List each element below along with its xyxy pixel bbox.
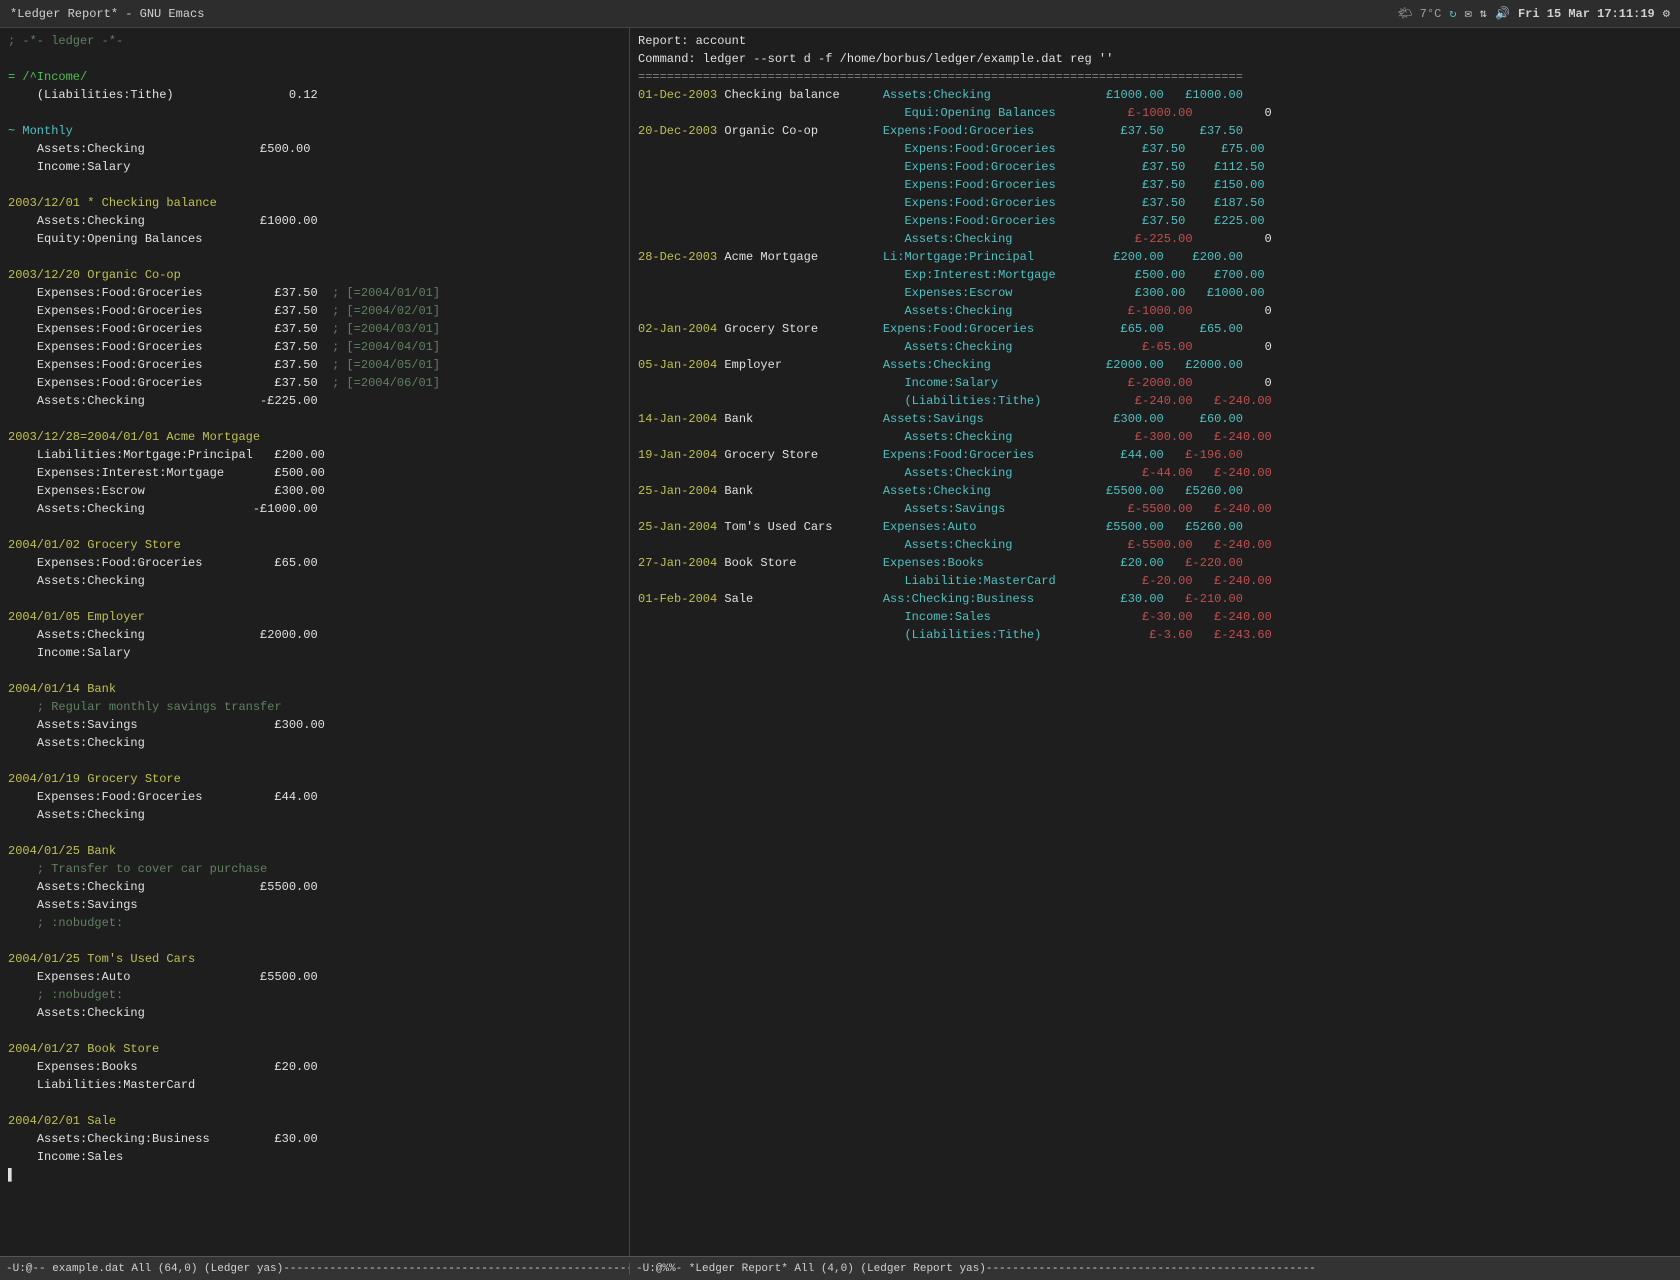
status-right: -U:@%%- *Ledger Report* All (4,0) (Ledge…: [630, 1263, 1680, 1275]
titlebar: *Ledger Report* - GNU Emacs 🌤 7°C ↻ ✉ ⇅ …: [0, 0, 1680, 28]
left-pane[interactable]: ; -*- ledger -*- = /^Income/ (Liabilitie…: [0, 28, 630, 1256]
titlebar-right-section: 🌤 7°C ↻ ✉ ⇅ 🔊 Fri 15 Mar 17:11:19 ⚙: [1397, 6, 1670, 21]
weather-display: 🌤 7°C: [1397, 6, 1441, 21]
refresh-icon[interactable]: ↻: [1449, 6, 1456, 21]
settings-icon[interactable]: ⚙: [1663, 6, 1670, 21]
time-display: Fri 15 Mar 17:11:19: [1518, 7, 1655, 21]
right-pane[interactable]: Report: account Command: ledger --sort d…: [630, 28, 1680, 1256]
right-pane-header: Report: account Command: ledger --sort d…: [638, 32, 1672, 644]
mail-icon[interactable]: ✉: [1465, 6, 1472, 21]
status-left: -U:@-- example.dat All (64,0) (Ledger ya…: [0, 1263, 630, 1275]
statusbar: -U:@-- example.dat All (64,0) (Ledger ya…: [0, 1256, 1680, 1280]
window-title: *Ledger Report* - GNU Emacs: [10, 7, 204, 21]
volume-icon[interactable]: 🔊: [1495, 6, 1510, 21]
main-content: ; -*- ledger -*- = /^Income/ (Liabilitie…: [0, 28, 1680, 1256]
network-icon: ⇅: [1480, 6, 1487, 21]
left-pane-content: ; -*- ledger -*- = /^Income/ (Liabilitie…: [8, 32, 621, 1184]
